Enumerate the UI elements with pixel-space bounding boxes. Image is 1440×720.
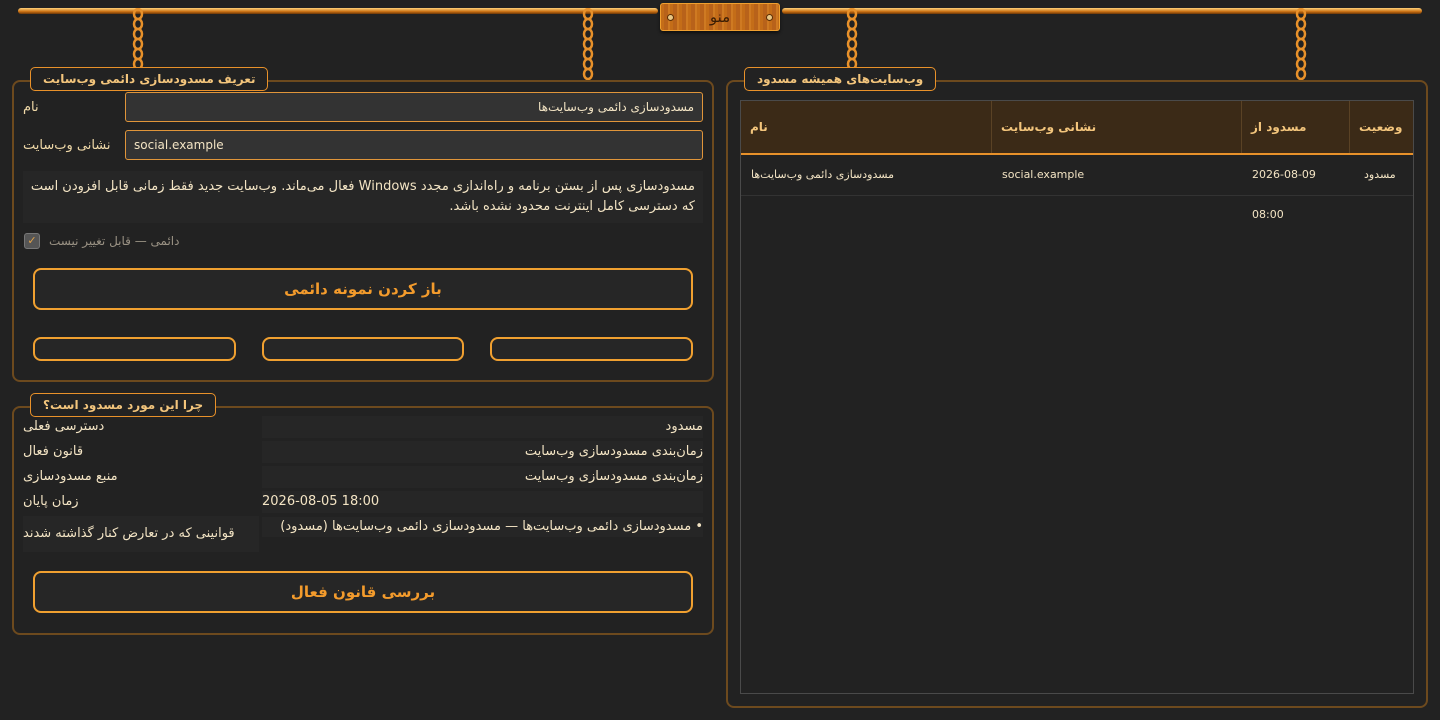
why-blocked-panel-title: چرا این مورد مسدود است؟ [30, 393, 217, 417]
definition-panel-title: تعریف مسدودسازی دائمی وب‌سایت [30, 67, 269, 91]
blocked-sites-panel-title: وب‌سایت‌های همیشه مسدود [744, 67, 937, 91]
permanent-checkbox[interactable]: ✓ [24, 233, 40, 249]
row-status-cell: مسدود [1364, 168, 1396, 181]
row-name-cell: مسدودسازی دائمی وب‌سایت‌ها [751, 168, 894, 181]
action-button-1[interactable] [33, 337, 236, 361]
description-text: مسدودسازی پس از بستن برنامه و راه‌اندازی… [23, 171, 703, 223]
overridden-rules-value: • مسدودسازی دائمی وب‌سایت‌ها — مسدودسازی… [262, 517, 703, 537]
column-name[interactable]: نام [741, 101, 992, 153]
check-active-rule-button[interactable]: بررسی قانون فعال [33, 571, 693, 613]
action-button-3[interactable] [490, 337, 693, 361]
top-rope-left [18, 8, 658, 14]
active-rule-label: قانون فعال [23, 444, 84, 459]
row-divider [741, 195, 1413, 196]
name-label: نام [23, 100, 39, 115]
block-source-value: زمان‌بندی مسدودسازی وب‌سایت [262, 466, 703, 488]
end-time-label: زمان پایان [23, 494, 79, 509]
column-status[interactable]: وضعیت [1350, 101, 1413, 153]
menu-label: منو [709, 8, 731, 26]
current-access-label: دسترسی فعلی [23, 419, 105, 434]
block-source-label: منبع مسدودسازی [23, 469, 118, 484]
column-url[interactable]: نشانی وب‌سایت [992, 101, 1242, 153]
chain-4 [1295, 8, 1307, 80]
rivet-left [667, 14, 674, 21]
row-url-cell: social.example [1002, 168, 1085, 181]
blocked-sites-table: نام نشانی وب‌سایت مسدود از وضعیت مسدودسا… [740, 100, 1414, 694]
chain-3 [846, 8, 858, 70]
column-blocked-since[interactable]: مسدود از [1242, 101, 1350, 153]
active-rule-value: زمان‌بندی مسدودسازی وب‌سایت [262, 441, 703, 463]
url-input-value: social.example [134, 138, 224, 152]
row-since-cell: 2026-08-09 08:00 [1252, 168, 1316, 221]
url-label: نشانی وب‌سایت [23, 138, 111, 153]
chain-1 [132, 8, 144, 70]
menu-button[interactable]: منو [660, 3, 780, 31]
end-time-value: 2026-08-05 18:00 [262, 491, 703, 513]
permanent-checkbox-label: دائمی — قابل تغییر نیست [49, 234, 180, 248]
open-permanent-instance-button[interactable]: باز کردن نمونه دائمی [33, 268, 693, 310]
name-input[interactable]: مسدودسازی دائمی وب‌سایت‌ها [125, 92, 703, 122]
action-button-2[interactable] [262, 337, 464, 361]
top-rope-right [782, 8, 1422, 14]
table-header: نام نشانی وب‌سایت مسدود از وضعیت [741, 101, 1413, 155]
name-input-value: مسدودسازی دائمی وب‌سایت‌ها [538, 100, 694, 114]
rivet-right [766, 14, 773, 21]
url-input[interactable]: social.example [125, 130, 703, 160]
current-access-value: مسدود [262, 416, 703, 438]
chain-2 [582, 8, 594, 80]
overridden-rules-label: قوانینی که در تعارض کنار گذاشته شدند [23, 516, 259, 552]
